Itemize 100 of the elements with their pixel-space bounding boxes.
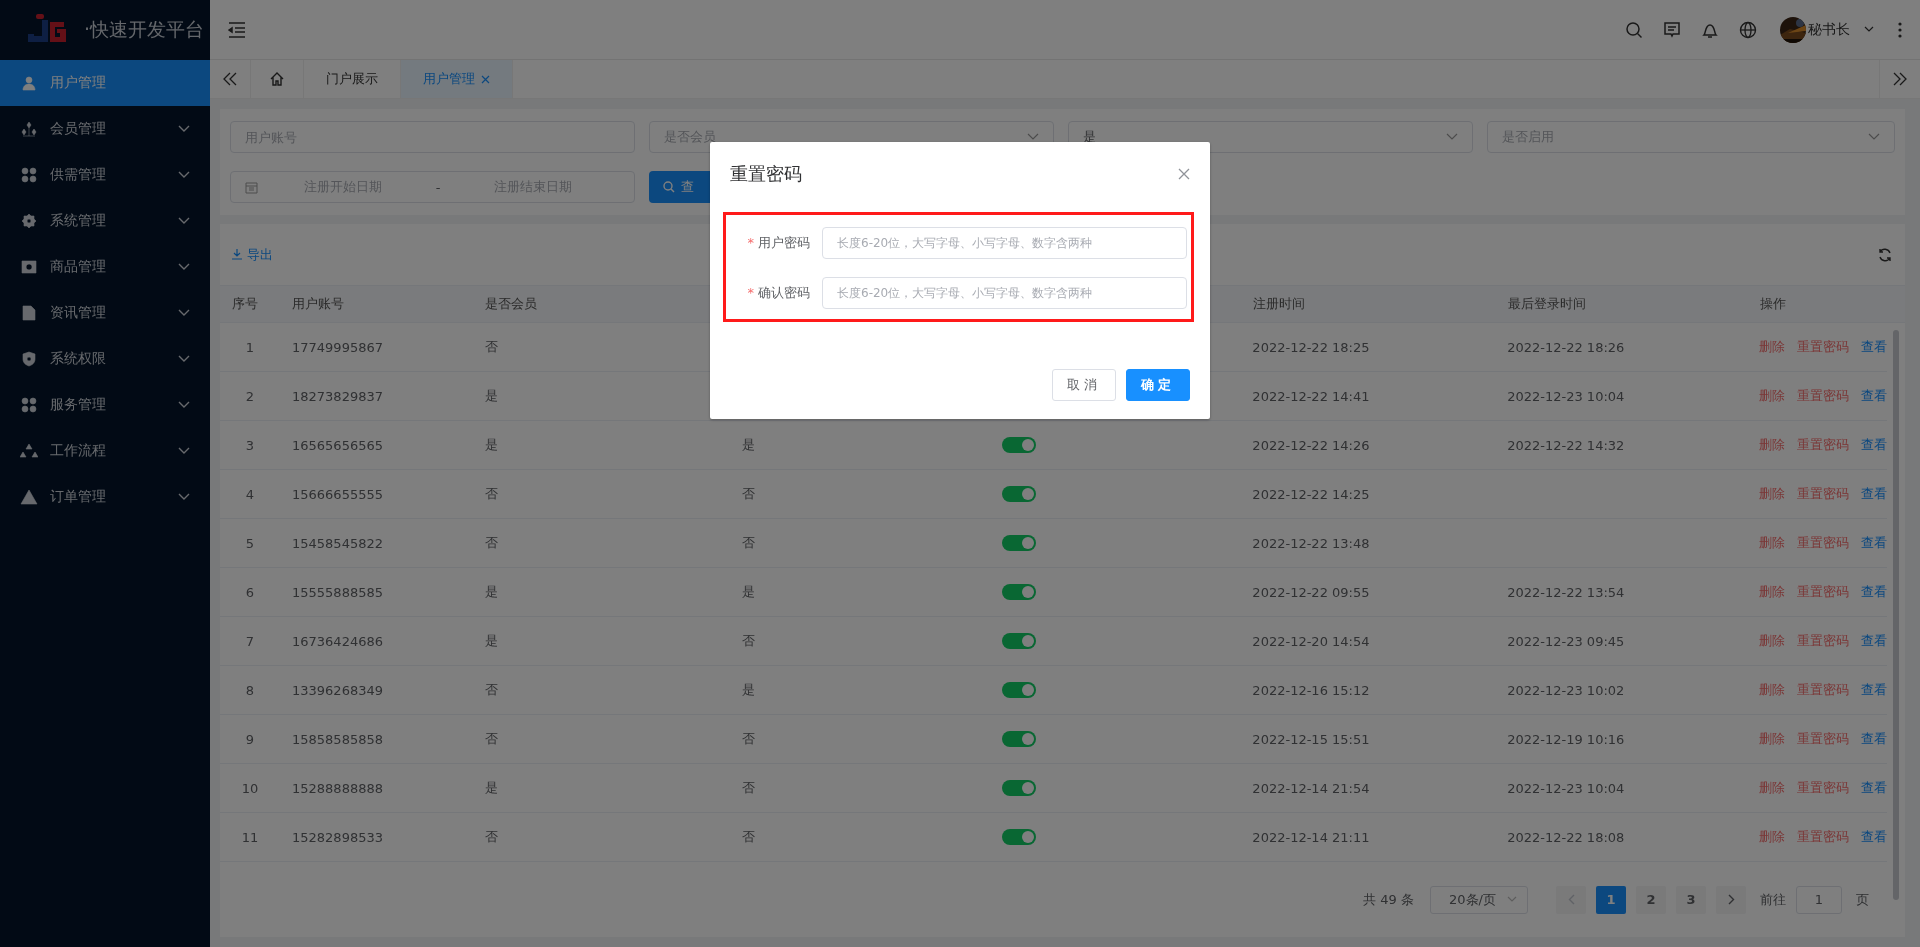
menu-item[interactable]: 系统权限 <box>0 336 210 382</box>
menu-item[interactable]: 服务管理 <box>0 382 210 428</box>
action-link[interactable]: 删除 <box>1759 828 1785 846</box>
clover-icon <box>20 396 38 414</box>
globe-icon[interactable] <box>1739 20 1757 39</box>
table-cell-text: 6 <box>244 584 256 600</box>
action-link[interactable]: 删除 <box>1759 730 1785 748</box>
action-link[interactable]: 查看 <box>1861 338 1887 356</box>
menu-item[interactable]: 订单管理 <box>0 474 210 520</box>
chevron-down-icon[interactable] <box>1864 26 1874 33</box>
toggle-switch[interactable] <box>1001 584 1036 601</box>
menu-item[interactable]: 系统管理 <box>0 198 210 244</box>
more-icon[interactable] <box>1898 21 1902 38</box>
action-link[interactable]: 删除 <box>1759 779 1785 797</box>
table-cell: 2022-12-19 10:16 <box>1507 731 1625 747</box>
action-link[interactable]: 重置密码 <box>1797 681 1849 699</box>
action-link[interactable]: 重置密码 <box>1797 338 1849 356</box>
table-cell-text: 2022-12-14 21:11 <box>1251 829 1371 845</box>
dialog-title: 重置密码 <box>730 162 802 186</box>
menu-item[interactable]: 商品管理 <box>0 244 210 290</box>
table-cell: 2022-12-22 18:08 <box>1507 829 1625 845</box>
table-cell-text: 13396268349 <box>291 682 384 698</box>
download-icon <box>232 249 242 260</box>
toggle-switch[interactable] <box>1001 633 1036 650</box>
export-link[interactable]: 导出 <box>232 245 273 264</box>
action-link[interactable]: 重置密码 <box>1797 387 1849 405</box>
table-cell: 否 <box>741 633 755 648</box>
action-link[interactable]: 查看 <box>1861 485 1887 503</box>
action-link[interactable]: 删除 <box>1759 436 1785 454</box>
password-field[interactable]: 长度6-20位，大写字母、小写字母、数字含两种 <box>822 277 1187 309</box>
page-button[interactable]: 1 <box>1596 885 1626 914</box>
chevron-down-icon <box>178 217 190 225</box>
close-icon[interactable] <box>1178 168 1190 180</box>
action-link[interactable]: 重置密码 <box>1797 436 1849 454</box>
chevron-down-icon <box>178 309 190 317</box>
action-link[interactable]: 查看 <box>1861 632 1887 650</box>
action-link[interactable]: 重置密码 <box>1797 730 1849 748</box>
password-field[interactable]: 长度6-20位，大写字母、小写字母、数字含两种 <box>822 227 1187 259</box>
refresh-icon[interactable] <box>1877 246 1893 263</box>
search-icon[interactable] <box>1625 20 1643 39</box>
double-chevron-right-icon <box>1893 72 1907 86</box>
user-name[interactable]: 秘书长 <box>1808 20 1850 39</box>
action-link[interactable]: 删除 <box>1759 338 1785 356</box>
cancel-button[interactable]: 取消 <box>1052 369 1116 401</box>
action-link[interactable]: 查看 <box>1861 387 1887 405</box>
action-link[interactable]: 删除 <box>1759 583 1785 601</box>
page-size-select[interactable]: 20条/页 <box>1430 885 1528 914</box>
chevron-down-icon <box>178 401 190 409</box>
table-cell: 2022-12-22 13:54 <box>1507 584 1625 600</box>
menu-item[interactable]: 会员管理 <box>0 106 210 152</box>
confirm-button[interactable]: 确定 <box>1126 369 1190 401</box>
action-link[interactable]: 查看 <box>1861 436 1887 454</box>
action-link[interactable]: 删除 <box>1759 681 1785 699</box>
action-link[interactable]: 重置密码 <box>1797 583 1849 601</box>
toggle-switch[interactable] <box>1001 535 1036 552</box>
action-link[interactable]: 查看 <box>1861 730 1887 748</box>
close-icon[interactable] <box>481 74 490 84</box>
double-chevron-left-icon <box>223 72 237 86</box>
action-link[interactable]: 删除 <box>1759 485 1785 503</box>
toggle-switch[interactable] <box>1001 731 1036 748</box>
table-cell: 否 <box>741 486 755 501</box>
page-button[interactable]: 2 <box>1636 885 1666 914</box>
table-cell-text: 2022-12-16 15:12 <box>1251 682 1371 698</box>
toggle-switch[interactable] <box>1001 829 1036 846</box>
action-link[interactable]: 删除 <box>1759 632 1785 650</box>
menu-item[interactable]: 资讯管理 <box>0 290 210 336</box>
action-link[interactable]: 重置密码 <box>1797 779 1849 797</box>
page-tab[interactable]: 用户管理 <box>401 60 513 98</box>
action-link[interactable]: 查看 <box>1861 583 1887 601</box>
total-count: 共 49 条 <box>1363 890 1414 909</box>
menu-item[interactable]: 用户管理 <box>0 60 210 106</box>
table-cell-text: 2022-12-22 14:25 <box>1251 486 1371 502</box>
table-cell-text: 否 <box>483 681 499 699</box>
chevron-down-icon <box>178 171 190 179</box>
toggle-switch[interactable] <box>1001 437 1036 454</box>
toggle-switch[interactable] <box>1001 682 1036 699</box>
message-icon[interactable] <box>1663 20 1681 39</box>
action-link[interactable]: 查看 <box>1861 534 1887 552</box>
action-link[interactable]: 查看 <box>1861 779 1887 797</box>
table-cell-text: 15555888585 <box>291 584 384 600</box>
toggle-switch[interactable] <box>1001 780 1036 797</box>
toggle-switch[interactable] <box>1001 486 1036 503</box>
menu-item[interactable]: 工作流程 <box>0 428 210 474</box>
next-page-button[interactable] <box>1716 885 1746 914</box>
menu-fold-icon[interactable] <box>228 21 246 38</box>
action-link[interactable]: 重置密码 <box>1797 485 1849 503</box>
table-cell: 2022-12-22 14:32 <box>1507 437 1625 453</box>
scrollbar[interactable] <box>1893 330 1899 900</box>
menu-item[interactable]: 供需管理 <box>0 152 210 198</box>
table-cell: 2022-12-23 10:04 <box>1507 780 1625 796</box>
action-link[interactable]: 删除 <box>1759 534 1785 552</box>
action-link[interactable]: 查看 <box>1861 828 1887 846</box>
table-cell-text: 否 <box>483 485 499 503</box>
action-link[interactable]: 重置密码 <box>1797 828 1849 846</box>
page-number-field[interactable]: 1 <box>1796 885 1842 914</box>
page-button[interactable]: 3 <box>1676 885 1706 914</box>
action-link[interactable]: 查看 <box>1861 681 1887 699</box>
action-link[interactable]: 重置密码 <box>1797 632 1849 650</box>
action-link[interactable]: 重置密码 <box>1797 534 1849 552</box>
action-link[interactable]: 删除 <box>1759 387 1785 405</box>
